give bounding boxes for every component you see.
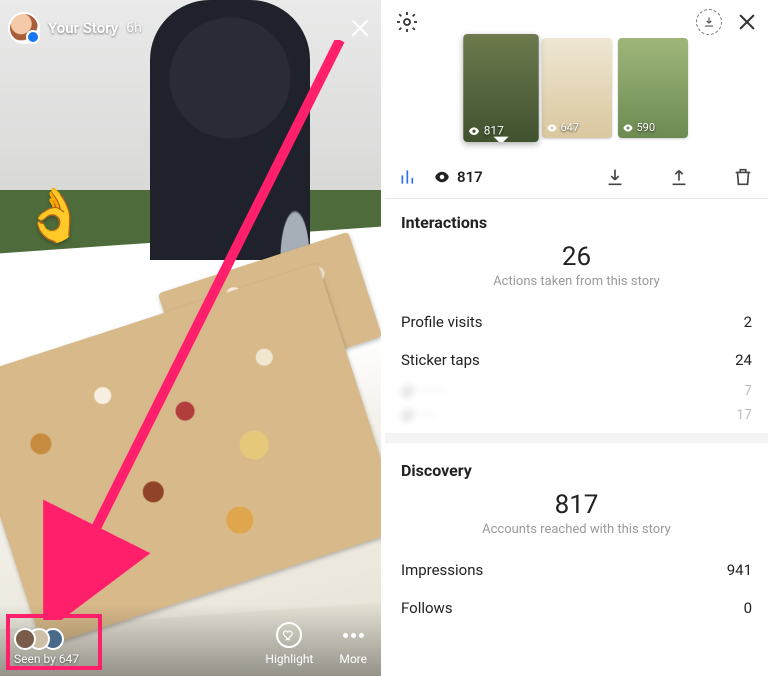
metric-row: Follows 0: [401, 589, 752, 627]
metric-subrow: @······ 17: [401, 403, 752, 427]
settings-icon[interactable]: [395, 10, 419, 34]
metric-row: Impressions 941: [401, 551, 752, 589]
insights-toolbar: 817: [385, 156, 768, 199]
views-count[interactable]: 817: [433, 168, 483, 186]
insights-icon[interactable]: [399, 167, 419, 187]
metric-sub-label: @·········: [401, 383, 447, 399]
metric-sub-value: 17: [736, 407, 752, 423]
thumb-views: 590: [637, 121, 656, 134]
story-header: Your Story 6h: [8, 8, 373, 48]
metric-row: Profile visits 2: [401, 303, 752, 341]
more-icon: [343, 622, 364, 648]
more-button[interactable]: More: [339, 622, 367, 666]
metric-value: 941: [727, 561, 752, 579]
metric-value: 0: [744, 599, 752, 617]
seen-by-label: Seen by 647: [14, 652, 79, 666]
metric-label: Follows: [401, 599, 453, 617]
metric-label: Impressions: [401, 561, 483, 579]
discovery-subtitle: Accounts reached with this story: [401, 522, 752, 537]
insights-header: 817 647 590: [385, 0, 768, 156]
thumb-views: 647: [561, 121, 580, 134]
share-icon[interactable]: [668, 166, 690, 188]
highlight-button[interactable]: Highlight: [265, 622, 313, 666]
story-footer: Seen by 647 Highlight More: [0, 604, 381, 676]
ok-hand-sticker[interactable]: 👌: [22, 185, 87, 246]
metric-sub-value: 7: [744, 383, 752, 399]
views-count-value: 817: [457, 168, 483, 186]
insights-panel: 817 647 590 817 Interactions 26: [381, 0, 768, 676]
story-thumbnails: 817 647 590: [466, 38, 688, 138]
story-thumbnail[interactable]: 817: [463, 34, 539, 142]
metric-label: Sticker taps: [401, 351, 480, 369]
interactions-section: Interactions 26 Actions taken from this …: [385, 199, 768, 447]
download-icon[interactable]: [604, 166, 626, 188]
story-title[interactable]: Your Story: [48, 19, 118, 37]
save-story-icon[interactable]: [696, 9, 722, 35]
story-view: 👌 Your Story 6h Seen by 647 Highlight Mo…: [0, 0, 381, 676]
thumb-views: 817: [483, 124, 503, 138]
viewer-avatars: [14, 628, 64, 650]
metric-value: 24: [735, 351, 752, 369]
close-icon[interactable]: [736, 11, 758, 33]
story-thumbnail[interactable]: 590: [618, 38, 688, 138]
metric-subrow: @········· 7: [401, 379, 752, 403]
trash-icon[interactable]: [732, 166, 754, 188]
interactions-count: 26: [401, 242, 752, 272]
story-thumbnail[interactable]: 647: [542, 38, 612, 138]
discovery-count: 817: [401, 490, 752, 520]
avatar[interactable]: [8, 12, 40, 44]
more-label: More: [339, 652, 367, 666]
section-title: Interactions: [401, 213, 752, 232]
highlight-label: Highlight: [265, 652, 313, 666]
seen-by-button[interactable]: Seen by 647: [14, 628, 79, 666]
section-divider: [385, 433, 768, 443]
close-icon[interactable]: [347, 15, 373, 41]
discovery-section: Discovery 817 Accounts reached with this…: [385, 447, 768, 631]
metric-sub-label: @······: [401, 407, 436, 423]
metric-row: Sticker taps 24: [401, 341, 752, 379]
section-title: Discovery: [401, 461, 752, 480]
interactions-subtitle: Actions taken from this story: [401, 274, 752, 289]
metric-value: 2: [744, 313, 752, 331]
heart-icon: [276, 622, 302, 648]
story-time: 6h: [126, 20, 142, 36]
metric-label: Profile visits: [401, 313, 483, 331]
